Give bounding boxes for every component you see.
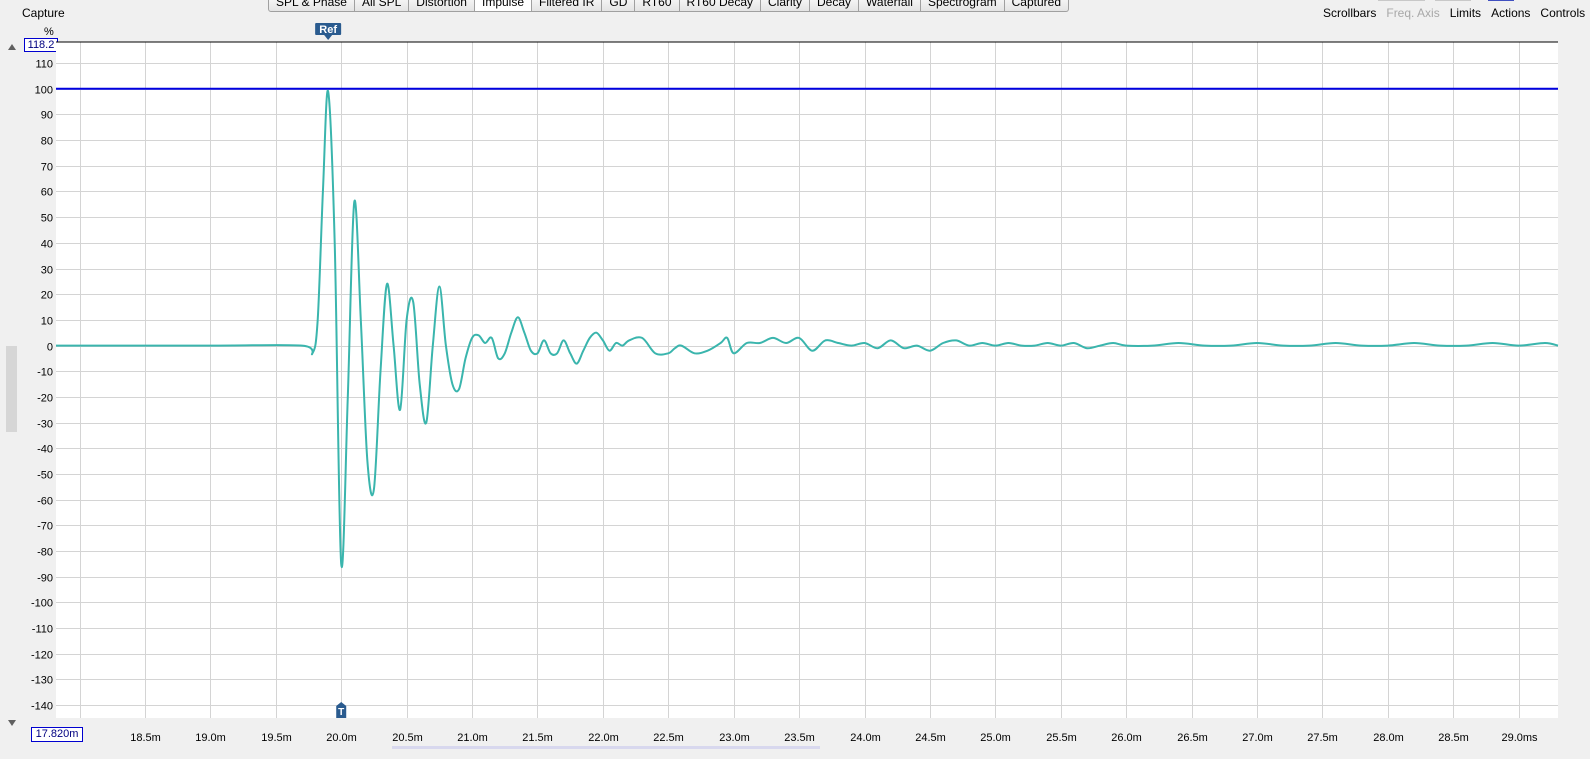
tab-rt60-decay[interactable]: RT60 Decay [679, 0, 761, 12]
y-tick-label: -130 [31, 675, 53, 687]
y-tick-label: 20 [41, 290, 53, 302]
tab-spectrogram[interactable]: Spectrogram [920, 0, 1005, 12]
y-tick-label: -80 [37, 547, 53, 559]
y-tick-label: 0 [47, 342, 53, 354]
freq-axis-indicator [1378, 0, 1425, 1]
tab-spl-phase[interactable]: SPL & Phase [268, 0, 355, 12]
y-tick-label: -30 [37, 419, 53, 431]
x-tick-label: 21.0m [457, 732, 488, 744]
scroll-thumb[interactable] [6, 346, 17, 432]
x-tick-labels: 18.5m 19.0m 19.5m 20.0m 20.5m 21.0m 21.5m 22.0m… [130, 732, 1538, 744]
right-menu: Scrollbars Freq. Axis Limits Actions Con… [1323, 6, 1585, 20]
tab-all-spl[interactable]: All SPL [354, 0, 410, 12]
y-axis-unit: % [44, 26, 54, 38]
tab-decay[interactable]: Decay [810, 0, 860, 12]
y-tick-label: -70 [37, 521, 53, 533]
x-tick-label: 23.5m [784, 732, 815, 744]
tab-gd[interactable]: GD [602, 0, 636, 12]
y-tick-label: -10 [37, 367, 53, 379]
graph-tabs: SPL & Phase All SPL Distortion Impulse Filte… [268, 0, 1070, 12]
x-tick-label: 18.5m [130, 732, 161, 744]
x-tick-label: 26.5m [1177, 732, 1208, 744]
tab-clarity[interactable]: Clarity [761, 0, 811, 12]
x-tick-label: 21.5m [522, 732, 553, 744]
y-tick-label: -110 [32, 624, 53, 636]
x-tick-label: 26.0m [1111, 732, 1142, 744]
y-tick-label: 50 [41, 213, 53, 225]
y-tick-label: -50 [37, 470, 53, 482]
y-tick-label: 40 [41, 239, 53, 251]
actions-indicator [1488, 0, 1514, 1]
freq-axis-menu[interactable]: Freq. Axis [1386, 6, 1439, 20]
x-tick-label: 25.5m [1046, 732, 1077, 744]
x-tick-label: 20.5m [392, 732, 423, 744]
controls-menu[interactable]: Controls [1540, 6, 1585, 20]
tab-waterfall[interactable]: Waterfall [859, 0, 921, 12]
vertical-scrollbar[interactable] [5, 44, 18, 728]
x-tick-label: 22.0m [588, 732, 619, 744]
x-tick-label: 22.5m [653, 732, 684, 744]
x-tick-label: 28.0m [1373, 732, 1404, 744]
tab-rt60[interactable]: RT60 [635, 0, 680, 12]
y-tick-label: -60 [37, 496, 53, 508]
tab-impulse[interactable]: Impulse [474, 0, 533, 12]
x-tick-label: 27.0m [1242, 732, 1273, 744]
bottom-scroll-indicator [392, 746, 820, 749]
y-tick-label: 10 [41, 316, 53, 328]
y-tick-label: -40 [37, 444, 53, 456]
t-marker-label: T [338, 707, 344, 718]
y-tick-label: -120 [31, 650, 53, 662]
tab-distortion[interactable]: Distortion [409, 0, 475, 12]
x-tick-label: 29.0ms [1501, 732, 1538, 744]
scroll-up-arrow-icon[interactable] [8, 44, 16, 50]
x-tick-label: 24.5m [915, 732, 946, 744]
y-tick-label: 80 [41, 136, 53, 148]
x-tick-label: 23.0m [719, 732, 750, 744]
y-tick-label: 110 [35, 59, 53, 71]
scrollbars-menu[interactable]: Scrollbars [1323, 6, 1376, 20]
tab-captured[interactable]: Captured [1004, 0, 1070, 12]
x-tick-label: 20.0m [326, 732, 357, 744]
x-tick-label: 27.5m [1307, 732, 1338, 744]
y-tick-label: 30 [41, 265, 53, 277]
x-tick-label: 28.5m [1438, 732, 1469, 744]
y-tick-label: -20 [37, 393, 53, 405]
y-max-input[interactable]: 118.2 [24, 38, 58, 52]
y-tick-label: -140 [31, 701, 53, 713]
y-tick-label: -90 [37, 573, 53, 585]
x-tick-label: 19.5m [261, 732, 292, 744]
tab-filtered-ir[interactable]: Filtered IR [532, 0, 603, 12]
plot-area[interactable] [56, 42, 1558, 718]
scroll-down-arrow-icon[interactable] [8, 720, 16, 726]
limits-menu[interactable]: Limits [1450, 6, 1481, 20]
actions-menu[interactable]: Actions [1491, 6, 1530, 20]
y-tick-label: -100 [31, 598, 53, 610]
capture-label: Capture [22, 6, 65, 20]
y-tick-label: 100 [35, 85, 53, 97]
impulse-plot[interactable]: 1101009080706050403020100-10-20-30-40-50… [31, 23, 1559, 746]
y-tick-label: 70 [41, 162, 53, 174]
top-bar: Capture SPL & Phase All SPL Distortion Impu… [0, 0, 1590, 40]
limits-indicator [1435, 0, 1471, 1]
y-tick-label: 90 [41, 110, 53, 122]
x-tick-label: 24.0m [850, 732, 881, 744]
y-tick-labels: 1101009080706050403020100-10-20-30-40-50… [31, 59, 53, 713]
x-tick-label: 25.0m [980, 732, 1011, 744]
y-tick-label: 60 [41, 187, 53, 199]
ref-marker-label: Ref [319, 24, 337, 36]
x-tick-label: 19.0m [195, 732, 226, 744]
